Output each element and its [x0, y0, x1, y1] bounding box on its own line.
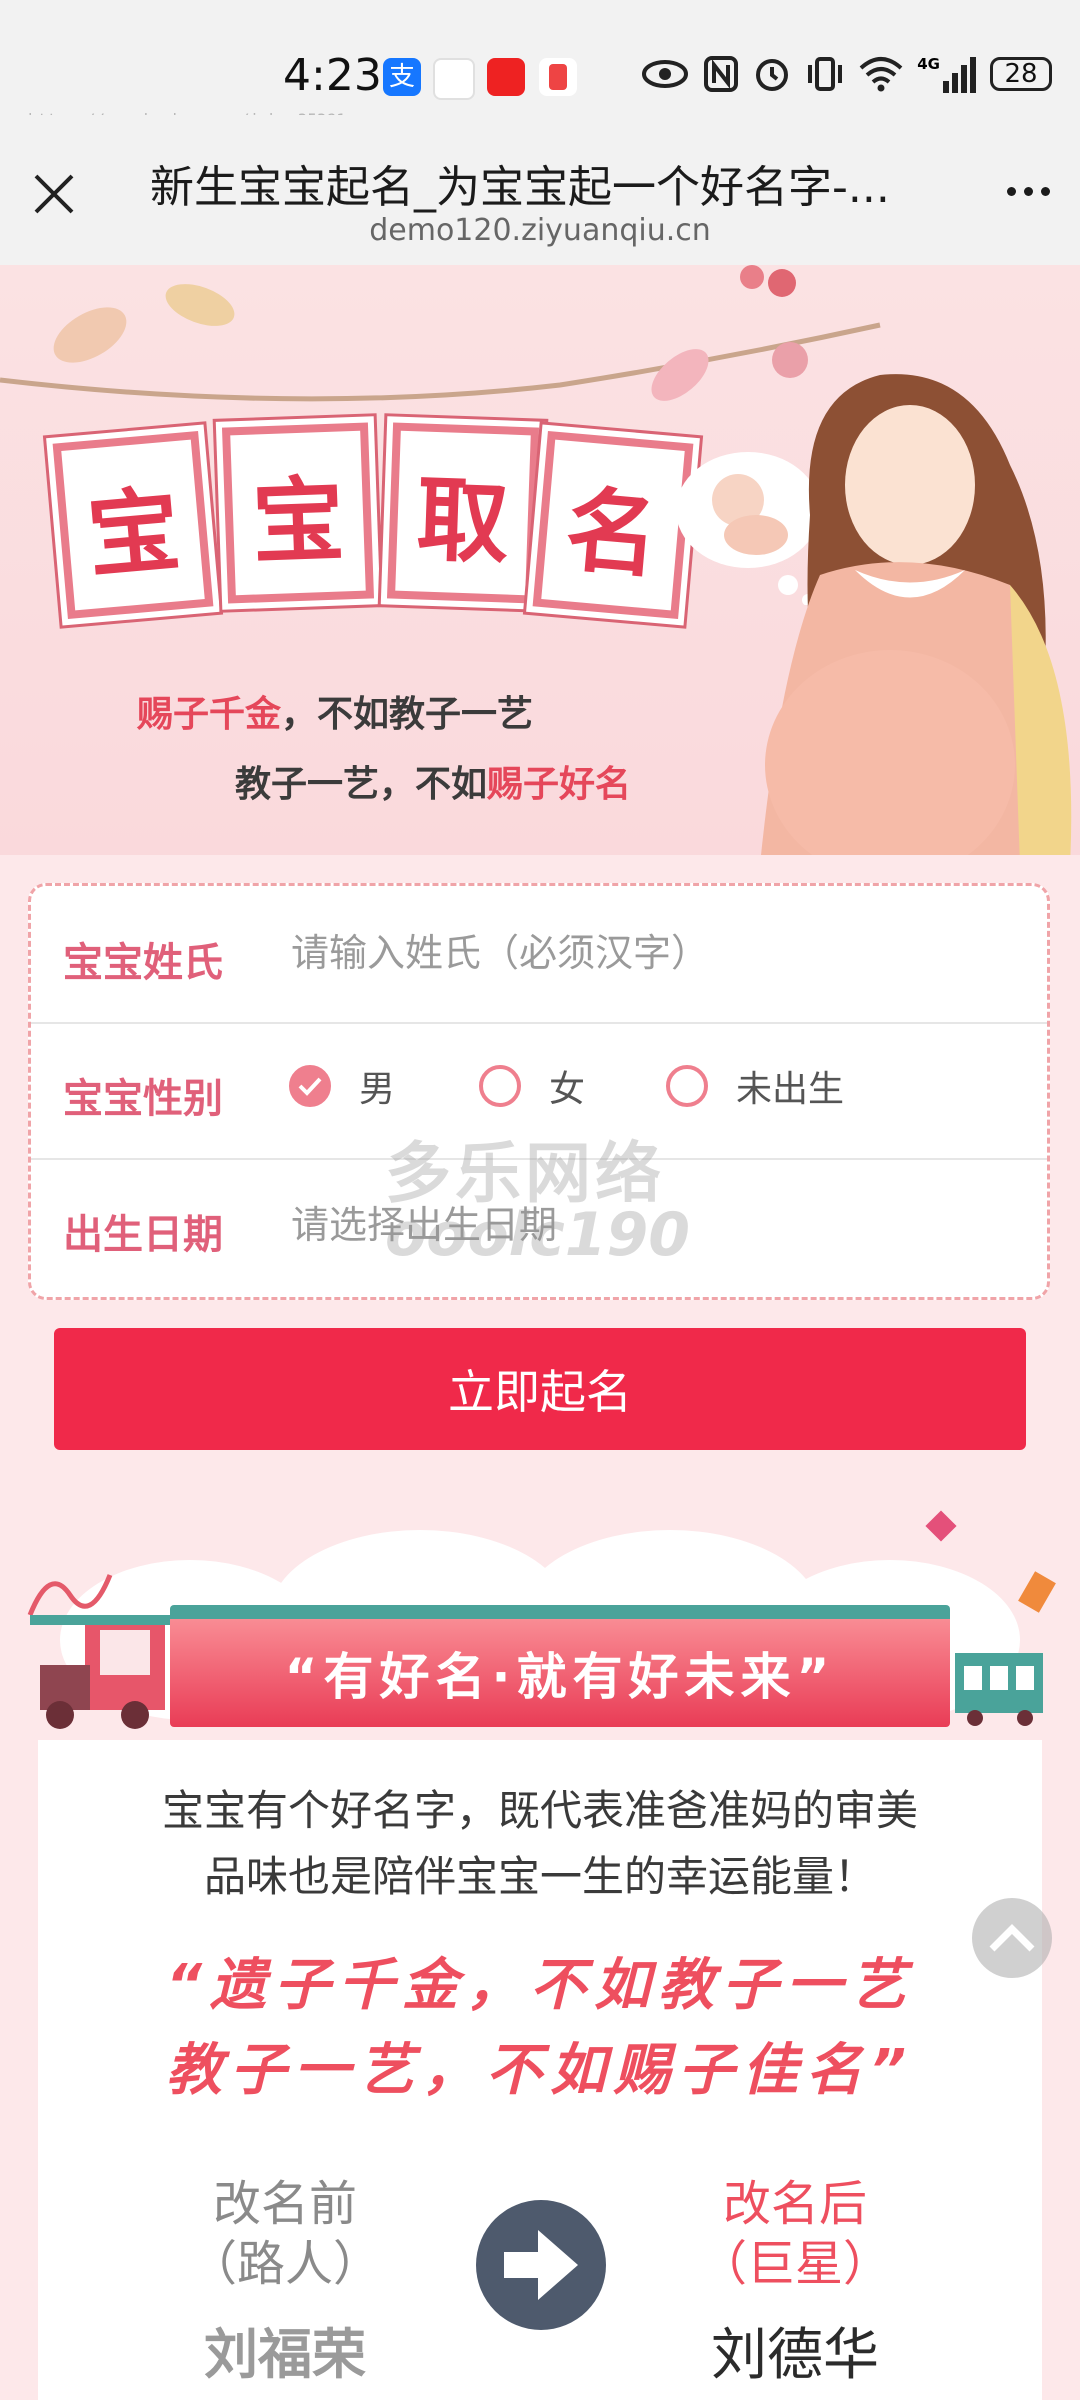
- gender-option-male[interactable]: 男: [289, 1060, 395, 1112]
- slogan-highlight: 赐子好名: [487, 764, 632, 805]
- vibrate-icon: [808, 57, 843, 91]
- promo-text-line-1: 宝宝有个好名字，既代表准爸准妈的审美: [161, 1786, 918, 1835]
- after-subtitle: （巨星）: [698, 2236, 891, 2292]
- slogan-line-1: 赐子千金，不如教子一艺: [137, 685, 533, 737]
- title-card: 宝: [52, 430, 214, 620]
- pinduoduo-icon: [487, 58, 525, 96]
- wifi-icon: [859, 57, 903, 92]
- close-icon[interactable]: [30, 170, 78, 218]
- status-time: 4:23: [283, 50, 382, 101]
- gender-label: 宝宝性别: [63, 1076, 223, 1122]
- gender-option-label: 女: [549, 1069, 586, 1110]
- chevron-up-icon: [989, 1924, 1035, 1952]
- page-domain: demo120.ziyuanqiu.cn: [369, 213, 711, 248]
- slogan-text: ，不如教子一艺: [281, 694, 534, 735]
- train-carriage-icon: [955, 1653, 1043, 1726]
- status-icons: 4G 28: [641, 55, 1052, 93]
- before-title: 改名前: [212, 2176, 357, 2232]
- alipay-icon: 支: [383, 58, 421, 96]
- battery-indicator: 28: [990, 57, 1052, 91]
- quote-line-1: “遗子千金，不如教子一艺: [165, 1953, 915, 2018]
- gender-option-label: 男: [359, 1069, 396, 1110]
- gender-option-unborn[interactable]: 未出生: [666, 1060, 844, 1112]
- after-title: 改名后: [722, 2176, 867, 2232]
- slogan-highlight: 赐子千金: [137, 694, 282, 735]
- network-type: 4G: [917, 55, 940, 73]
- title-card: 宝: [221, 422, 375, 604]
- gender-option-label: 未出生: [736, 1069, 845, 1110]
- alarm-icon: [756, 59, 789, 91]
- red-app-icon: [539, 58, 577, 96]
- pregnant-mother-illustration: [761, 374, 1072, 855]
- train-engine-icon: [30, 1615, 170, 1729]
- hero-banner: 宝 宝 取 名 赐子千金，不如教子一艺 教子一艺，不如赐子好名: [0, 265, 1080, 855]
- confetti-decoration: [925, 1510, 957, 1542]
- status-bar: 4:23 支 4G 28 https://www.huzhan.com/isho…: [0, 0, 1080, 129]
- surname-label: 宝宝姓氏: [63, 940, 223, 986]
- slogan-text: 教子一艺，不如: [235, 764, 488, 805]
- radio-checked-icon: [289, 1065, 331, 1107]
- confetti-decoration: [1018, 1571, 1056, 1613]
- nfc-icon: [704, 56, 739, 92]
- promo-text-line-2: 品味也是陪伴宝宝一生的幸运能量！: [203, 1852, 876, 1901]
- eye-icon: [642, 60, 689, 88]
- signal-indicator: 4G: [917, 55, 976, 93]
- before-subtitle: （路人）: [188, 2236, 381, 2292]
- more-options-icon[interactable]: [1007, 187, 1050, 196]
- surname-input[interactable]: [289, 922, 993, 984]
- watermark-text: ooolc190: [385, 1200, 691, 1270]
- birth-label: 出生日期: [63, 1212, 223, 1258]
- gender-option-female[interactable]: 女: [479, 1060, 585, 1112]
- slogan-line-2: 教子一艺，不如赐子好名: [235, 755, 631, 807]
- browser-header: 新生宝宝起名_为宝宝起一个好名字-... demo120.ziyuanqiu.c…: [0, 115, 1080, 265]
- submit-button[interactable]: 立即起名: [54, 1328, 1026, 1450]
- before-name: 刘福荣: [204, 2323, 366, 2386]
- page-title: 新生宝宝起名_为宝宝起一个好名字-...: [150, 162, 890, 213]
- scroll-to-top-button[interactable]: [972, 1898, 1052, 1978]
- radio-unchecked-icon: [479, 1065, 521, 1107]
- app-icon: [433, 58, 475, 100]
- train-slogan: “有好名·就有好未来”: [284, 1648, 836, 1706]
- radio-unchecked-icon: [666, 1065, 708, 1107]
- slogan-train: “有好名·就有好未来”: [170, 1605, 950, 1727]
- after-name: 刘德华: [711, 2323, 879, 2388]
- arrow-right-icon: [476, 2200, 606, 2330]
- quote-line-2: 教子一艺，不如赐子佳名”: [165, 2038, 915, 2103]
- surname-row: 宝宝姓氏: [31, 886, 1047, 1024]
- title-card: 取: [386, 422, 540, 604]
